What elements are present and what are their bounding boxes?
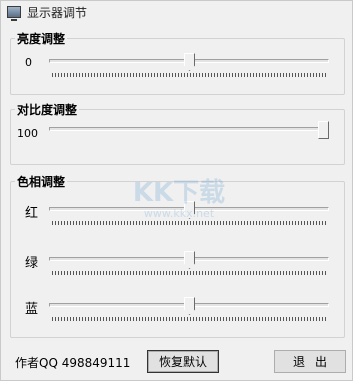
- hue-legend: 色相调整: [17, 175, 66, 189]
- tick-marks: [52, 221, 326, 225]
- brightness-value: 0: [25, 56, 32, 69]
- green-slider[interactable]: [49, 251, 329, 275]
- slider-thumb[interactable]: [318, 121, 329, 139]
- tick-marks: [52, 317, 326, 321]
- contrast-slider[interactable]: [49, 121, 329, 143]
- title-bar: 显示器调节: [1, 1, 352, 23]
- slider-thumb[interactable]: [184, 297, 195, 315]
- exit-button[interactable]: 退出: [274, 350, 346, 373]
- brightness-slider[interactable]: [49, 53, 329, 77]
- app-window: 显示器调节 亮度调整 0 对比度调整 100 色相调整 红 绿 蓝 作者QQ 4…: [0, 0, 353, 381]
- red-label: 红: [25, 206, 39, 221]
- green-label: 绿: [25, 256, 39, 271]
- brightness-legend: 亮度调整: [17, 32, 66, 46]
- tick-marks: [52, 73, 326, 77]
- contrast-legend: 对比度调整: [17, 103, 78, 117]
- window-title: 显示器调节: [27, 5, 88, 20]
- slider-thumb[interactable]: [184, 53, 195, 71]
- tick-marks: [52, 271, 326, 275]
- author-contact: 作者QQ 498849111: [15, 356, 131, 370]
- slider-track: [49, 127, 329, 131]
- restore-defaults-button[interactable]: 恢复默认: [147, 350, 219, 373]
- slider-thumb[interactable]: [184, 251, 195, 269]
- blue-slider[interactable]: [49, 297, 329, 321]
- monitor-icon: [7, 6, 21, 21]
- contrast-value: 100: [17, 127, 38, 140]
- blue-label: 蓝: [25, 302, 39, 317]
- slider-thumb[interactable]: [184, 201, 195, 219]
- red-slider[interactable]: [49, 201, 329, 225]
